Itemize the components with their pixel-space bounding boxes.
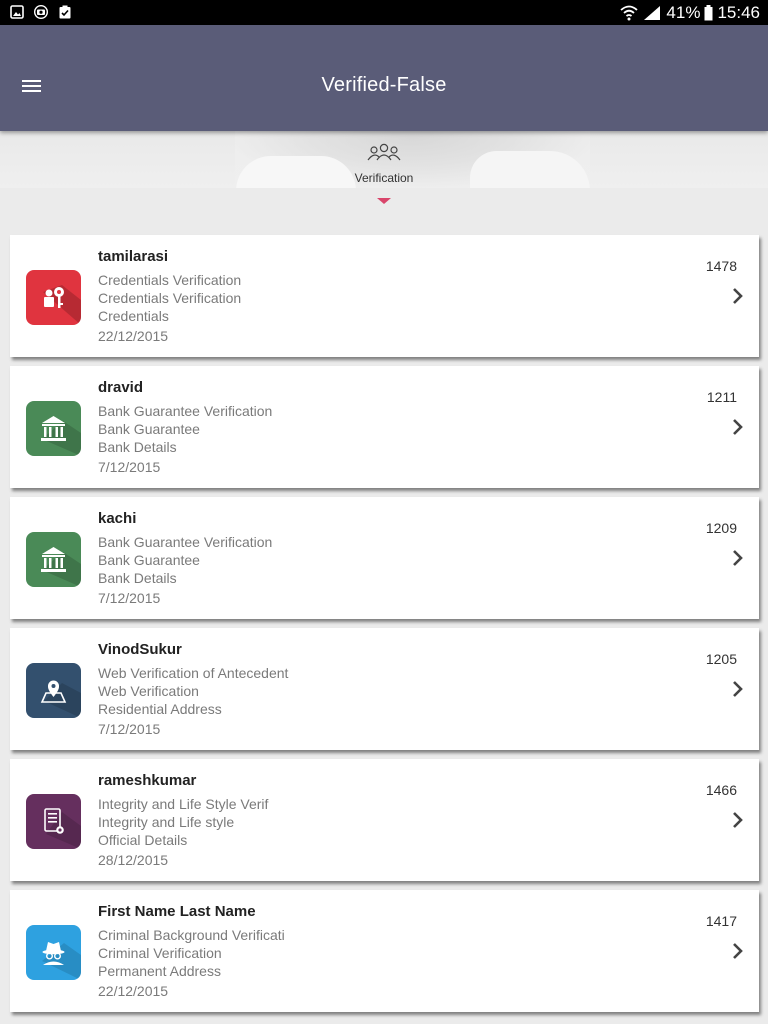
chevron-right-icon	[733, 550, 743, 566]
item-date: 7/12/2015	[98, 590, 161, 606]
item-line3: Bank Details	[98, 439, 177, 455]
item-name: dravid	[98, 379, 144, 396]
item-id: 1478	[705, 258, 737, 274]
item-line3: Permanent Address	[98, 963, 221, 979]
chevron-right-icon	[733, 419, 743, 435]
group-icon	[367, 143, 401, 161]
item-name: kachi	[98, 510, 137, 527]
clipboard-check-icon	[59, 5, 71, 19]
image-icon	[10, 5, 24, 19]
item-id: 1211	[706, 389, 737, 405]
verification-list: tamilarasi Credentials Verification Cred…	[10, 235, 759, 1021]
item-line2: Criminal Verification	[98, 945, 222, 961]
item-line1: Integrity and Life Style Verif	[98, 796, 269, 812]
item-line3: Credentials	[98, 308, 169, 324]
item-name: rameshkumar	[98, 772, 197, 789]
item-line1: Web Verification of Antecedent	[98, 665, 289, 681]
item-name: First Name Last Name	[98, 903, 256, 920]
item-line1: Credentials Verification	[98, 272, 242, 288]
list-item[interactable]: dravid Bank Guarantee Verification Bank …	[10, 366, 759, 488]
list-item[interactable]: rameshkumar Integrity and Life Style Ver…	[10, 759, 759, 881]
item-line3: Bank Details	[98, 570, 177, 586]
list-item[interactable]: kachi Bank Guarantee Verification Bank G…	[10, 497, 759, 619]
key-icon	[26, 270, 81, 325]
item-id: 1205	[705, 651, 737, 667]
item-line3: Residential Address	[98, 701, 222, 717]
list-item[interactable]: tamilarasi Credentials Verification Cred…	[10, 235, 759, 357]
chevron-right-icon	[733, 943, 743, 959]
item-name: tamilarasi	[98, 248, 169, 265]
app-bar: Verified-False	[0, 25, 768, 131]
item-date: 22/12/2015	[98, 328, 169, 344]
item-date: 7/12/2015	[98, 721, 161, 737]
item-date: 28/12/2015	[98, 852, 169, 868]
signal-icon	[644, 5, 661, 20]
item-line2: Bank Guarantee	[98, 552, 200, 568]
item-line2: Bank Guarantee	[98, 421, 200, 437]
item-line2: Integrity and Life style	[98, 814, 235, 830]
bank-icon	[26, 401, 81, 456]
item-line1: Bank Guarantee Verification	[98, 403, 273, 419]
camera-icon	[34, 5, 48, 19]
status-bar: 41% 15:46	[0, 0, 768, 25]
wifi-icon	[620, 5, 639, 20]
item-line1: Criminal Background Verificati	[98, 927, 285, 943]
item-line2: Credentials Verification	[98, 290, 242, 306]
chevron-right-icon	[733, 681, 743, 697]
bank-icon	[26, 532, 81, 587]
clock: 15:46	[717, 2, 760, 22]
item-date: 7/12/2015	[98, 459, 161, 475]
battery-percent: 41%	[666, 2, 701, 22]
item-id: 1417	[705, 913, 737, 929]
list-item[interactable]: VinodSukur Web Verification of Anteceden…	[10, 628, 759, 750]
spy-icon	[26, 925, 81, 980]
map-pin-icon	[26, 663, 81, 718]
item-line1: Bank Guarantee Verification	[98, 534, 273, 550]
tab-label: Verification	[354, 171, 414, 185]
chevron-right-icon	[733, 812, 743, 828]
item-name: VinodSukur	[98, 641, 182, 658]
tab-verification[interactable]: Verification	[334, 142, 434, 185]
tab-indicator	[377, 198, 391, 204]
chevron-right-icon	[733, 288, 743, 304]
item-line2: Web Verification	[98, 683, 199, 699]
item-id: 1466	[705, 782, 737, 798]
page-title: Verified-False	[321, 74, 447, 96]
item-id: 1209	[705, 520, 737, 536]
item-date: 22/12/2015	[98, 983, 169, 999]
list-item[interactable]: First Name Last Name Criminal Background…	[10, 890, 759, 1012]
certificate-icon	[26, 794, 81, 849]
item-line3: Official Details	[98, 832, 188, 848]
battery-icon	[704, 4, 713, 20]
